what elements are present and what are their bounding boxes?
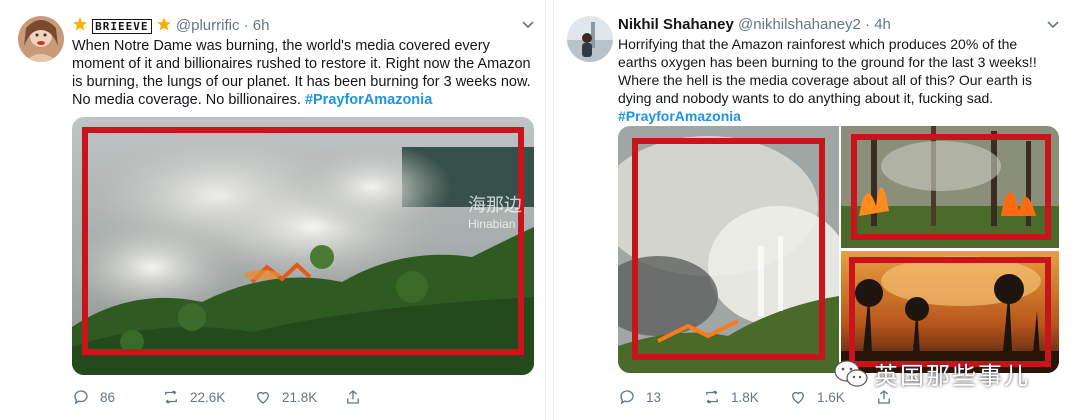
tweet-body: When Notre Dame was burning, the world's… xyxy=(72,38,531,108)
tweet-text: When Notre Dame was burning, the world's… xyxy=(72,37,532,109)
star-icon xyxy=(72,16,88,37)
reply-icon xyxy=(74,390,88,405)
tweet-body: Horrifying that the Amazon rainforest wh… xyxy=(618,36,1037,106)
share-button[interactable] xyxy=(344,388,362,406)
timestamp[interactable]: 6h xyxy=(253,17,270,34)
tweet-header: BRIEEVE @plurrific · 6h xyxy=(72,16,269,37)
hashtag-link[interactable]: #PrayforAmazonia xyxy=(305,92,432,108)
tweet-image-2[interactable] xyxy=(841,126,1059,248)
handle[interactable]: @nikhilshahaney2 xyxy=(738,16,861,33)
corner-watermark-text: 英国那些事儿 xyxy=(874,363,1030,390)
share-icon xyxy=(347,390,359,404)
corner-watermark: 英国那些事儿 xyxy=(834,356,1030,391)
reply-button[interactable]: 13 xyxy=(618,388,703,406)
tweet-image-3[interactable] xyxy=(841,251,1059,373)
wechat-icon xyxy=(834,359,868,387)
watermark-cn: 海那边 xyxy=(468,195,522,215)
retweet-icon xyxy=(165,390,177,404)
retweet-icon xyxy=(706,390,718,404)
fire-trees-photo xyxy=(841,126,1059,248)
reply-button[interactable]: 86 xyxy=(72,388,162,406)
forest-fire-photo xyxy=(72,117,534,375)
chevron-down-icon[interactable] xyxy=(1045,16,1061,32)
display-name[interactable]: Nikhil Shahaney xyxy=(618,16,734,33)
handle[interactable]: @plurrific xyxy=(176,17,240,34)
retweet-button[interactable]: 1.8K xyxy=(703,388,789,406)
heart-icon xyxy=(257,391,269,404)
timestamp[interactable]: 4h xyxy=(874,16,891,33)
watermark: 海那边 Hinabian xyxy=(468,191,522,231)
tweet-image[interactable]: 海那边 Hinabian xyxy=(72,117,534,375)
tweet-header: Nikhil Shahaney @nikhilshahaney2 · 4h xyxy=(618,16,891,33)
reply-count: 86 xyxy=(100,389,116,405)
orange-sky-fire-photo xyxy=(841,251,1059,373)
like-count: 21.8K xyxy=(282,389,318,405)
tweet-card-1: BRIEEVE @plurrific · 6h When Notre Dame … xyxy=(0,0,546,420)
reply-count: 13 xyxy=(646,389,662,405)
like-count: 1.6K xyxy=(817,389,845,405)
avatar[interactable] xyxy=(18,16,64,62)
tweet-image-1[interactable] xyxy=(618,126,839,373)
hashtag-link[interactable]: #PrayforAmazonia xyxy=(618,108,741,124)
avatar[interactable] xyxy=(567,16,613,62)
tweet-text: Horrifying that the Amazon rainforest wh… xyxy=(618,35,1048,125)
chevron-down-icon[interactable] xyxy=(520,16,536,32)
retweet-count: 22.6K xyxy=(190,389,226,405)
retweet-count: 1.8K xyxy=(731,389,759,405)
tweet-actions: 86 22.6K 21.8K xyxy=(72,388,362,406)
retweet-button[interactable]: 22.6K xyxy=(162,388,254,406)
display-name-badge[interactable]: BRIEEVE xyxy=(92,19,152,34)
reply-icon xyxy=(620,390,634,405)
smoke-forest-photo xyxy=(618,126,839,373)
watermark-en: Hinabian xyxy=(468,217,516,231)
heart-icon xyxy=(792,391,804,404)
like-button[interactable]: 21.8K xyxy=(254,388,344,406)
star-icon xyxy=(156,16,172,37)
